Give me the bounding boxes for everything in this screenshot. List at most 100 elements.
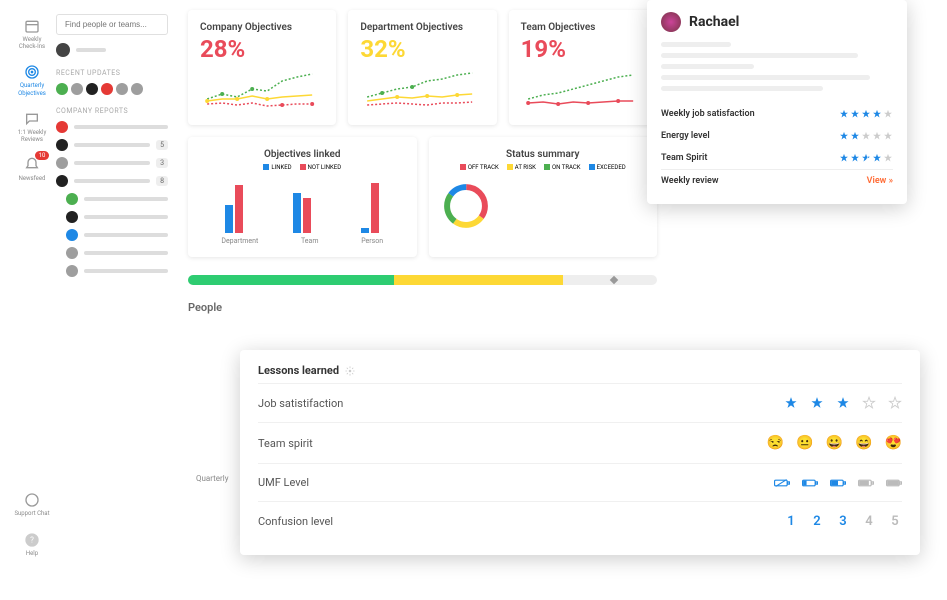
section-reports: COMPANY REPORTS	[56, 107, 168, 115]
department-objectives-card[interactable]: Department Objectives 32%	[348, 10, 496, 125]
bar-chart	[200, 177, 405, 233]
bar-group	[225, 185, 243, 233]
star-icon	[839, 153, 849, 163]
tree-item[interactable]	[66, 229, 168, 241]
legend: LINKED NOT LINKED	[200, 164, 405, 171]
emoji-rating[interactable]: 😒 😐 😀 😄 😍	[767, 435, 902, 451]
bar-label: Person	[361, 237, 383, 245]
nav-quarterly-objectives[interactable]: Quarterly Objectives	[12, 60, 52, 100]
lesson-row-umf: UMF Level	[258, 463, 902, 501]
people-heading: People	[188, 301, 657, 314]
lessons-title: Lessons learned	[258, 364, 902, 377]
placeholder-line	[661, 53, 858, 58]
badge: 5	[156, 140, 168, 150]
battery-rating[interactable]	[774, 478, 902, 488]
gear-icon[interactable]	[345, 366, 355, 376]
tree-item[interactable]: 5	[56, 139, 168, 151]
battery-mid-icon[interactable]	[830, 478, 846, 488]
tree-item[interactable]: 3	[56, 157, 168, 169]
star-icon	[861, 153, 871, 163]
legend-label: LINKED	[271, 164, 291, 171]
star-icon	[872, 109, 882, 119]
star-icon	[850, 153, 860, 163]
placeholder-line	[661, 86, 823, 91]
legend-item: LINKED	[263, 164, 291, 171]
number-rating[interactable]: 1 2 3 4 5	[784, 514, 902, 529]
avatar[interactable]	[56, 83, 68, 95]
bar	[303, 198, 311, 233]
popup-metric-row: Team Spirit	[661, 147, 893, 169]
person-row[interactable]	[56, 43, 168, 57]
emoji-smile-icon[interactable]: 😀	[826, 435, 843, 451]
company-objectives-card[interactable]: Company Objectives 28%	[188, 10, 336, 125]
battery-empty-icon[interactable]	[774, 478, 790, 488]
tree-item[interactable]	[66, 211, 168, 223]
tree-item[interactable]	[66, 265, 168, 277]
star-icon[interactable]	[888, 396, 902, 410]
nav-support-chat[interactable]: Support Chat	[12, 488, 51, 521]
nav-newsfeed[interactable]: 10 Newsfeed	[17, 153, 48, 186]
star-rating[interactable]	[784, 396, 902, 410]
emoji-grin-icon[interactable]: 😄	[855, 435, 872, 451]
emoji-hearteyes-icon[interactable]: 😍	[885, 435, 902, 451]
progress-green	[188, 275, 394, 285]
legend-label: AT RISK	[515, 164, 536, 171]
avatar[interactable]	[101, 83, 113, 95]
progress-yellow	[394, 275, 563, 285]
nav-help[interactable]: ? Help	[22, 528, 42, 561]
tree-item[interactable]	[66, 247, 168, 259]
battery-low-icon[interactable]	[802, 478, 818, 488]
view-link[interactable]: View »	[867, 176, 893, 186]
bar-label: Department	[221, 237, 258, 245]
star-icon	[839, 131, 849, 141]
search-input[interactable]	[56, 14, 168, 35]
progress-marker	[610, 276, 618, 284]
avatar[interactable]	[86, 83, 98, 95]
nav-weekly-reviews[interactable]: 1:1 Weekly Reviews	[12, 107, 52, 147]
avatar[interactable]	[71, 83, 83, 95]
nav-weekly-checkins[interactable]: Weekly Check-Ins	[12, 14, 52, 54]
lesson-row-team-spirit: Team spirit 😒 😐 😀 😄 😍	[258, 422, 902, 463]
metric-label: Team Spirit	[661, 153, 707, 163]
legend-color	[544, 164, 550, 170]
emoji-neutral-icon[interactable]: 😐	[796, 435, 813, 451]
rating-3[interactable]: 3	[836, 514, 850, 529]
battery-full-icon[interactable]	[886, 478, 902, 488]
emoji-sad-icon[interactable]: 😒	[767, 435, 784, 451]
star-icon[interactable]	[862, 396, 876, 410]
legend-label: OFF TRACK	[468, 164, 499, 171]
legend-label: EXCEEDED	[597, 164, 626, 171]
legend-item: AT RISK	[507, 164, 536, 171]
avatar[interactable]	[131, 83, 143, 95]
rating-1[interactable]: 1	[784, 514, 798, 529]
avatar[interactable]	[116, 83, 128, 95]
objectives-linked-card[interactable]: Objectives linked LINKED NOT LINKED Depa…	[188, 137, 417, 257]
placeholder-line	[84, 233, 168, 237]
badge: 10	[35, 151, 50, 160]
bar	[361, 228, 369, 233]
team-objectives-card[interactable]: Team Objectives 19%	[509, 10, 657, 125]
star-icon[interactable]	[836, 396, 850, 410]
star-icon[interactable]	[784, 396, 798, 410]
avatar	[56, 157, 68, 169]
lessons-title-text: Lessons learned	[258, 364, 339, 377]
chat-icon	[24, 111, 40, 127]
bar-labels: Department Team Person	[200, 237, 405, 245]
rating-2[interactable]: 2	[810, 514, 824, 529]
bar	[293, 193, 301, 233]
placeholder-line	[84, 269, 168, 273]
user-name: Rachael	[689, 14, 739, 30]
battery-high-icon[interactable]	[858, 478, 874, 488]
rating-4[interactable]: 4	[862, 514, 876, 529]
rating-5[interactable]: 5	[888, 514, 902, 529]
sparkline	[521, 69, 645, 109]
chart-title: Status summary	[441, 149, 646, 160]
tree-item[interactable]: 8	[56, 175, 168, 187]
tree-item[interactable]	[66, 193, 168, 205]
tree-item[interactable]	[56, 121, 168, 133]
avatar	[56, 121, 68, 133]
placeholder-line	[74, 161, 150, 165]
star-icon[interactable]	[810, 396, 824, 410]
status-summary-card[interactable]: Status summary OFF TRACK AT RISK ON TRAC…	[429, 137, 658, 257]
avatar	[66, 211, 78, 223]
